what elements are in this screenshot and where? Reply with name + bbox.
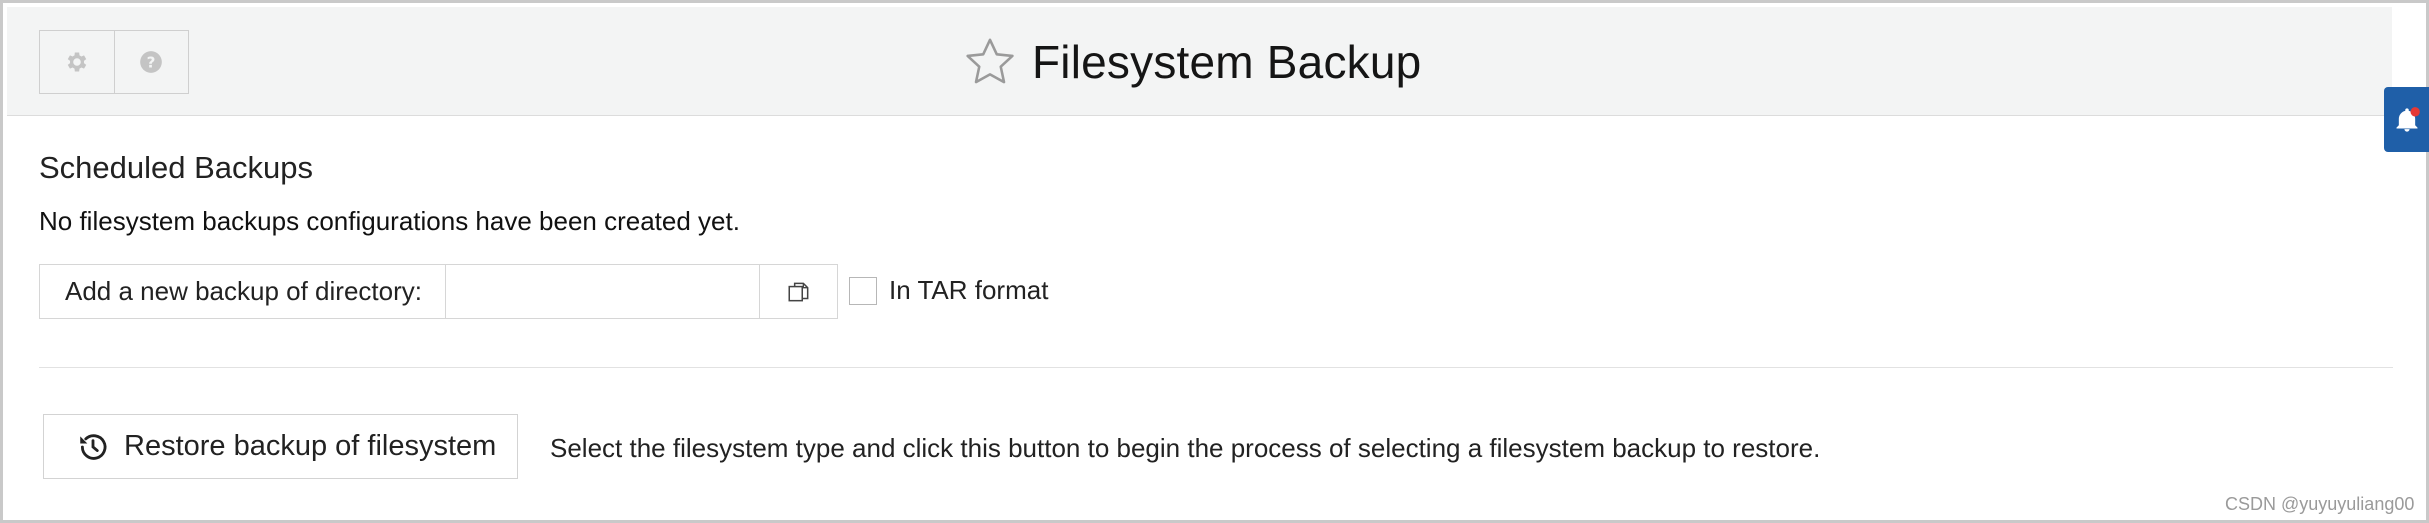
scheduled-backups-heading: Scheduled Backups (39, 150, 314, 185)
question-circle-icon: ? (140, 51, 163, 73)
add-backup-row: Add a new backup of directory: (39, 264, 838, 319)
empty-backups-message: No filesystem backups configurations hav… (39, 206, 740, 236)
title-wrap: Filesystem Backup (962, 31, 1421, 93)
bell-icon (2396, 106, 2420, 132)
restore-backup-button[interactable]: Restore backup of filesystem (43, 414, 518, 479)
restore-help-text: Select the filesystem type and click thi… (550, 433, 1821, 463)
header-button-group: ? (39, 30, 189, 94)
tar-format-label: In TAR format (889, 275, 1049, 305)
page-title: Filesystem Backup (1032, 36, 1422, 88)
restore-button-label: Restore backup of filesystem (124, 430, 497, 462)
section-divider (39, 367, 2393, 368)
file-chooser-button[interactable] (760, 264, 838, 319)
svg-text:?: ? (147, 53, 156, 71)
directory-input[interactable] (446, 264, 760, 319)
add-backup-label: Add a new backup of directory: (39, 264, 446, 319)
tar-format-option: In TAR format (849, 275, 1048, 306)
module-config-button[interactable] (40, 31, 114, 93)
file-chooser-icon (787, 282, 808, 301)
gear-icon (67, 52, 86, 72)
help-button[interactable]: ? (113, 31, 189, 93)
star-outline-icon[interactable] (962, 34, 1018, 90)
notification-tab[interactable] (2384, 87, 2429, 152)
tar-format-checkbox[interactable] (849, 276, 877, 305)
page-header: ? Filesystem Backup (7, 7, 2392, 116)
watermark: CSDN @yuyuyuliang00 (2225, 494, 2415, 514)
history-icon (80, 433, 107, 460)
